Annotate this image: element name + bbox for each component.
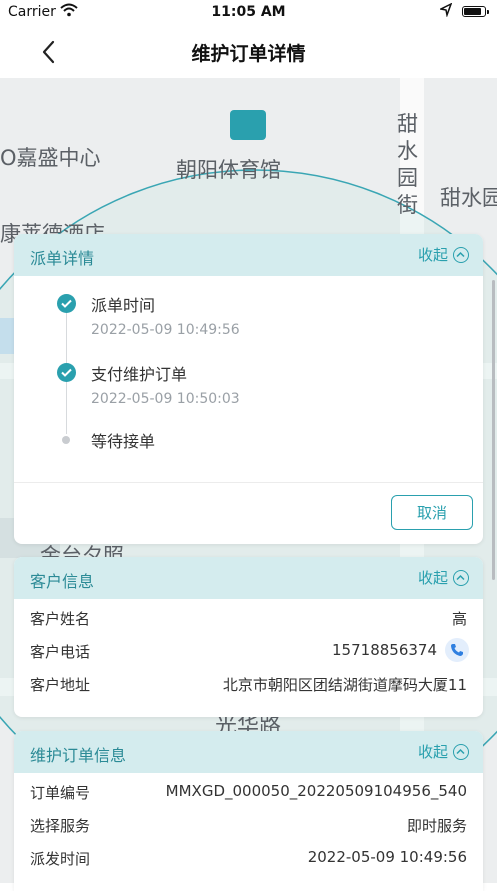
dispatch-time-label: 派发时间	[30, 850, 91, 868]
collapse-label: 收起	[417, 743, 448, 761]
order-number-value: MMXGD_000050_20220509104956_540	[165, 782, 467, 800]
customer-name-row: 客户姓名 高	[14, 601, 483, 634]
map-label: 朝阳体育馆	[176, 158, 281, 182]
cancel-button[interactable]: 取消	[391, 495, 473, 530]
dispatch-card-title: 派单详情	[30, 249, 95, 268]
clock: 11:05 AM	[211, 4, 286, 20]
check-circle-icon	[57, 363, 76, 382]
collapse-label: 收起	[417, 246, 448, 264]
map-label: 甜水园	[440, 186, 497, 210]
dispatch-time-value: 2022-05-09 10:49:56	[307, 848, 467, 866]
map-label: O嘉盛中心	[0, 146, 101, 170]
dispatch-collapse-button[interactable]: 收起	[418, 244, 469, 265]
scrollbar[interactable]	[492, 280, 495, 580]
timeline-step-time: 2022-05-09 10:50:03	[91, 391, 240, 407]
dispatch-timeline: 派单时间 2022-05-09 10:49:56 支付维护订单 2022-05-…	[14, 276, 483, 482]
customer-phone-row: 客户电话 15718856374	[14, 634, 483, 667]
order-card-header: 维护订单信息 收起	[14, 731, 483, 773]
customer-card-title: 客户信息	[30, 572, 95, 591]
service-label: 选择服务	[30, 817, 91, 835]
chevron-up-circle-icon	[453, 743, 469, 760]
customer-name-label: 客户姓名	[30, 610, 91, 628]
order-collapse-button[interactable]: 收起	[418, 741, 469, 762]
customer-address-label: 客户地址	[30, 676, 91, 694]
map-label: 园	[397, 166, 418, 190]
service-row: 选择服务 即时服务	[14, 808, 483, 841]
customer-info-card: 客户信息 收起 客户姓名 高 客户电话 15718856374 客户地址 北京市…	[14, 557, 483, 717]
customer-address-value: 北京市朝阳区团结湖街道摩码大厦11	[222, 676, 467, 694]
dispatch-detail-card: 派单详情 收起 派单时间 2022-05-09 10:49:56 支付维护订单 …	[14, 234, 483, 544]
pending-dot-icon	[62, 436, 70, 444]
status-bar: Carrier 11:05 AM	[0, 0, 497, 26]
chevron-up-circle-icon	[453, 569, 469, 586]
check-circle-icon	[57, 294, 76, 313]
customer-collapse-button[interactable]: 收起	[418, 567, 469, 588]
customer-card-header: 客户信息 收起	[14, 557, 483, 599]
map-label: 水	[397, 139, 418, 163]
customer-phone-label: 客户电话	[30, 643, 91, 661]
battery-level	[464, 8, 482, 15]
order-number-row: 订单编号 MMXGD_000050_20220509104956_540	[14, 775, 483, 808]
dispatch-time-row: 派发时间 2022-05-09 10:49:56	[14, 841, 483, 874]
customer-name-value: 高	[451, 610, 467, 628]
cancel-row: 取消	[14, 483, 483, 541]
customer-phone-value: 15718856374	[332, 641, 437, 659]
service-value: 即时服务	[406, 817, 467, 835]
phone-call-icon[interactable]	[445, 638, 469, 662]
map-label: 街	[397, 193, 418, 217]
order-info-card: 维护订单信息 收起 订单编号 MMXGD_000050_202205091049…	[14, 731, 483, 891]
map-label: 甜	[397, 112, 418, 136]
customer-address-row: 客户地址 北京市朝阳区团结湖街道摩码大厦11	[14, 667, 483, 700]
timeline-step-label: 支付维护订单	[91, 365, 188, 384]
location-arrow-icon	[438, 2, 453, 21]
collapse-label: 收起	[417, 569, 448, 587]
timeline-step-label: 派单时间	[91, 296, 156, 315]
order-number-label: 订单编号	[30, 784, 91, 802]
timeline-step-label: 等待接单	[91, 432, 156, 451]
timeline-step-time: 2022-05-09 10:49:56	[91, 322, 240, 338]
order-card-title: 维护订单信息	[30, 746, 127, 765]
battery-icon	[462, 6, 489, 17]
page-title: 维护订单详情	[191, 43, 306, 65]
navigation-bar: 维护订单详情	[0, 26, 497, 78]
dispatch-card-header: 派单详情 收起	[14, 234, 483, 276]
stadium-icon	[230, 110, 266, 140]
chevron-up-circle-icon	[453, 246, 469, 263]
